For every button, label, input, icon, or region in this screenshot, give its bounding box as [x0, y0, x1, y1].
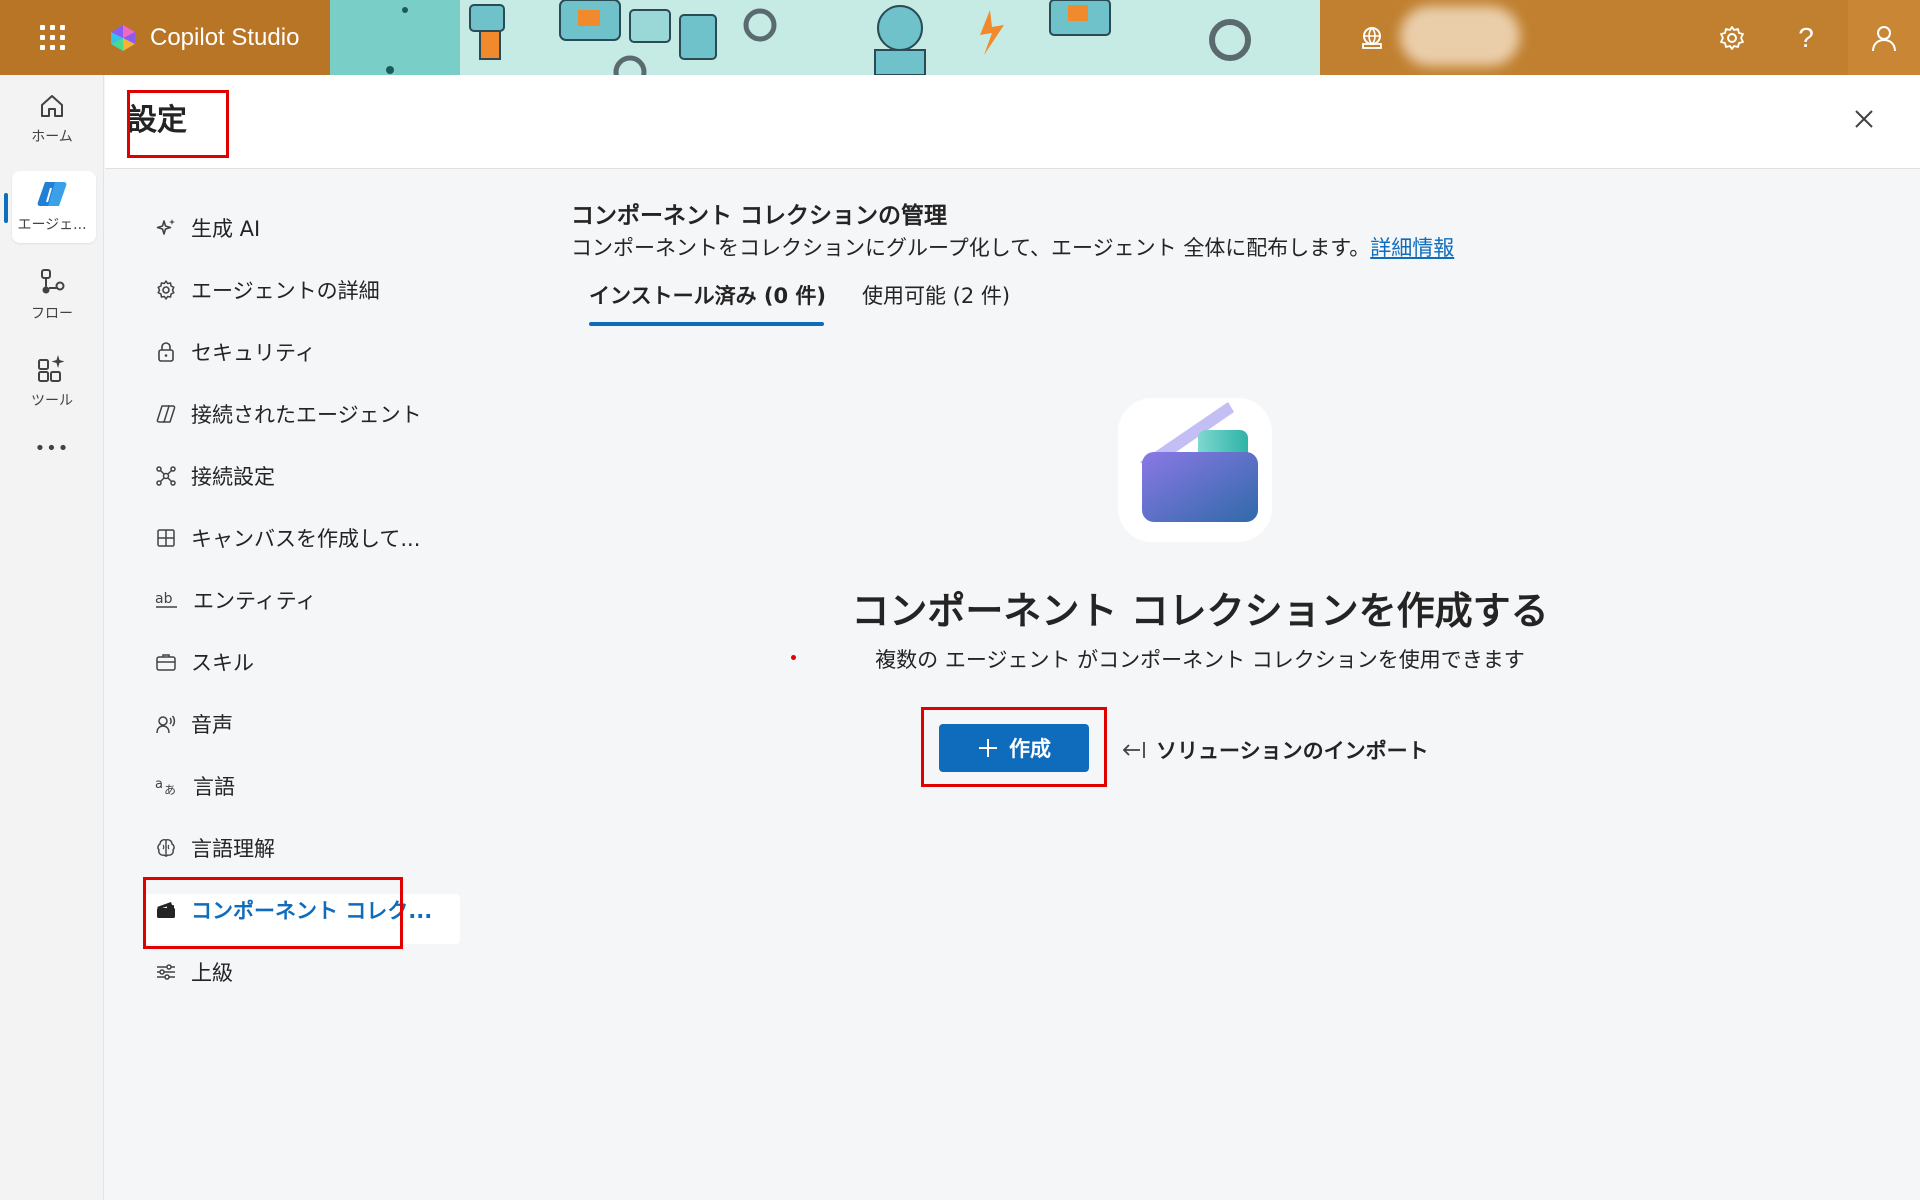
nav-item-advanced[interactable]: 上級 — [155, 952, 233, 992]
connection-icon — [156, 466, 176, 486]
nav-item-generative-ai[interactable]: 生成 AI — [155, 208, 260, 248]
rail-label-tools: ツール — [31, 393, 73, 409]
rail-item-tools[interactable]: ツール — [0, 341, 104, 421]
nav-item-security[interactable]: セキュリティ — [155, 332, 316, 372]
gear-icon — [157, 280, 175, 300]
grid-icon — [157, 529, 175, 547]
learn-more-link[interactable]: 詳細情報 — [1370, 236, 1454, 260]
rail-label-home: ホーム — [31, 129, 73, 145]
settings-header: 設定 — [105, 75, 1920, 169]
app-name: Copilot Studio — [150, 23, 300, 51]
rail-label-agents: エージェ... — [17, 217, 87, 233]
help-button[interactable]: ? — [1770, 0, 1842, 75]
section-description: コンポーネントをコレクションにグループ化して、エージェント 全体に配布します。詳… — [571, 232, 1454, 262]
rail-item-home[interactable]: ホーム — [0, 79, 104, 159]
nav-item-language-understanding[interactable]: 言語理解 — [155, 828, 275, 868]
nav-item-connected-agents[interactable]: 接続されたエージェント — [155, 394, 422, 434]
highlight-box-nav — [143, 877, 403, 949]
nav-label: 接続されたエージェント — [191, 403, 422, 427]
nav-label: エージェントの詳細 — [191, 279, 380, 303]
brand[interactable]: Copilot Studio — [104, 0, 330, 75]
copilot-studio-logo — [111, 24, 135, 51]
tools-icon — [38, 355, 65, 382]
nav-label: 上級 — [191, 961, 233, 985]
agent-icon — [37, 182, 67, 206]
user-icon — [1872, 25, 1896, 51]
rail-item-agents[interactable]: エージェ... — [0, 167, 104, 247]
nav-item-language[interactable]: a あ 言語 — [155, 766, 235, 806]
flow-icon — [41, 269, 65, 294]
rail-item-flows[interactable]: フロー — [0, 255, 104, 335]
svg-text:a: a — [155, 777, 163, 792]
highlight-box-create — [921, 707, 1107, 787]
help-icon: ? — [1798, 21, 1814, 53]
environment-button[interactable] — [1336, 0, 1408, 75]
app-launcher-button[interactable] — [0, 0, 104, 75]
nav-label: セキュリティ — [191, 341, 316, 365]
language-icon: a あ — [155, 777, 176, 797]
account-name-blurred — [1400, 6, 1520, 66]
section-title: コンポーネント コレクションの管理 — [571, 203, 948, 229]
environment-icon — [1362, 26, 1382, 49]
user-account-button[interactable] — [1848, 0, 1920, 75]
nav-item-connection-settings[interactable]: 接続設定 — [155, 456, 275, 496]
nav-label: 生成 AI — [191, 217, 261, 241]
left-rail: ホーム エージェ... フロー ツール ••• — [0, 75, 104, 1200]
import-solution-button[interactable]: ソリューションのインポート — [1120, 730, 1429, 770]
voice-icon — [156, 715, 176, 734]
nav-label: 言語理解 — [191, 837, 275, 861]
nav-item-canvas[interactable]: キャンバスを作成して... — [155, 518, 420, 558]
nav-label: キャンバスを作成して... — [191, 527, 421, 551]
nav-label: 音声 — [191, 713, 233, 737]
more-icon: ••• — [34, 437, 70, 459]
rail-label-flows: フロー — [31, 306, 73, 322]
settings-button[interactable] — [1696, 0, 1768, 75]
close-icon[interactable] — [1850, 105, 1878, 133]
robots-illustration — [386, 0, 1251, 75]
brain-icon — [157, 839, 175, 857]
svg-text:あ: あ — [164, 783, 176, 797]
annotation-dot — [791, 655, 796, 660]
nav-item-voice[interactable]: 音声 — [155, 704, 233, 744]
settings-icon — [1720, 25, 1744, 50]
nav-label: 言語 — [193, 775, 235, 799]
home-icon — [41, 95, 63, 117]
connected-agent-icon — [156, 405, 176, 423]
nav-label: 接続設定 — [191, 465, 275, 489]
theme-banner — [330, 0, 1320, 75]
nav-item-agent-details[interactable]: エージェントの詳細 — [155, 270, 380, 310]
description-text: コンポーネントをコレクションにグループ化して、エージェント 全体に配布します。 — [571, 236, 1371, 260]
tab-installed[interactable]: インストール済み (0 件) — [589, 280, 826, 328]
sliders-icon — [157, 964, 175, 980]
empty-state-title: コンポーネント コレクションを作成する — [851, 589, 1549, 633]
tab-active-indicator — [589, 322, 824, 326]
collection-illustration — [1118, 398, 1272, 542]
import-icon — [1122, 742, 1145, 758]
sparkle-icon — [156, 219, 175, 235]
import-button-label: ソリューションのインポート — [1156, 739, 1429, 763]
empty-state-subtitle: 複数の エージェント がコンポーネント コレクションを使用できます — [875, 648, 1525, 672]
tab-available[interactable]: 使用可能 (2 件) — [862, 280, 1010, 328]
waffle-icon — [39, 25, 65, 50]
lock-icon — [158, 342, 174, 362]
highlight-box-title — [127, 90, 229, 158]
rail-more-button[interactable]: ••• — [0, 428, 104, 468]
